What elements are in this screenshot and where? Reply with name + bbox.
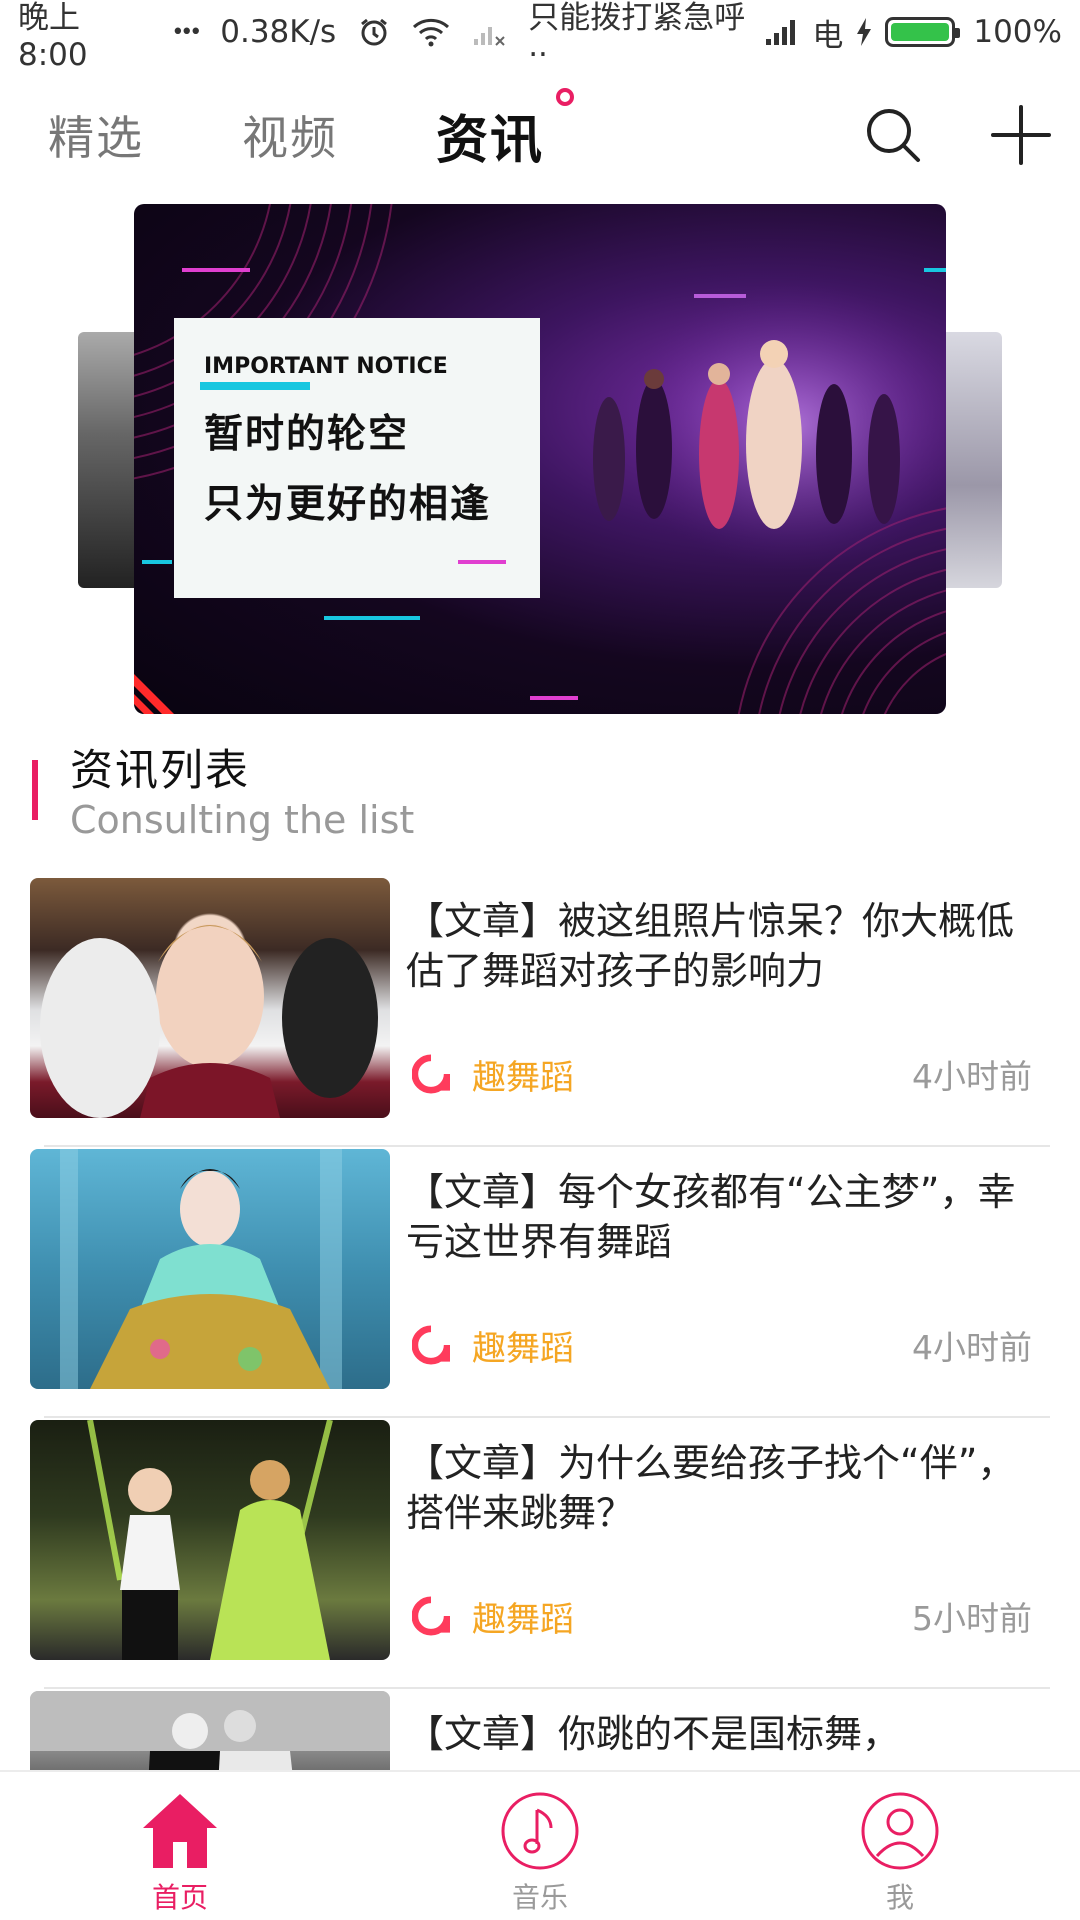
status-carrier: 电 bbox=[812, 17, 844, 54]
nav-music-label: 音乐 bbox=[511, 1881, 568, 1914]
news-source[interactable]: 趣舞蹈 bbox=[472, 1321, 574, 1370]
source-logo-icon bbox=[412, 1596, 450, 1636]
divider bbox=[44, 1687, 1050, 1689]
no-signal-icon bbox=[472, 17, 506, 47]
notification-dot bbox=[556, 87, 575, 106]
nav-music[interactable]: 音乐 bbox=[360, 1772, 720, 1920]
status-net-speed: 0.38K/s bbox=[220, 14, 337, 50]
status-time: 晚上8:00 bbox=[18, 0, 88, 73]
status-dots: ••• bbox=[171, 19, 202, 45]
tab-news[interactable]: 资讯 bbox=[436, 87, 575, 173]
news-source[interactable]: 趣舞蹈 bbox=[472, 1592, 574, 1641]
section-accent-bar bbox=[32, 760, 38, 820]
status-carrier-note: 只能拨打紧急呼·· bbox=[528, 0, 746, 73]
bottom-nav: 首页 音乐 我 bbox=[0, 1770, 1080, 1920]
news-meta: 趣舞蹈 4小时前 bbox=[412, 1050, 1032, 1098]
news-item[interactable]: 【文章】为什么要给孩子找个“伴”，搭伴来跳舞？ 趣舞蹈 5小时前 bbox=[0, 1420, 1080, 1691]
news-thumbnail bbox=[30, 1149, 390, 1389]
notice-underline bbox=[200, 382, 310, 390]
section-header: 资讯列表 Consulting the list bbox=[28, 728, 1028, 848]
source-logo-icon bbox=[412, 1325, 450, 1365]
news-title[interactable]: 【文章】被这组照片惊呆？你大概低估了舞蹈对孩子的影响力 bbox=[406, 896, 1046, 996]
notice-accent-line bbox=[458, 560, 506, 564]
news-title[interactable]: 【文章】每个女孩都有“公主梦”，幸亏这世界有舞蹈 bbox=[406, 1167, 1046, 1267]
nav-me[interactable]: 我 bbox=[720, 1772, 1080, 1920]
top-nav: 精选 视频 资讯 bbox=[0, 80, 1080, 190]
plus-icon bbox=[991, 105, 1051, 165]
status-battery: 100% bbox=[973, 14, 1062, 50]
home-icon bbox=[143, 1794, 217, 1868]
section-title: 资讯列表 bbox=[70, 746, 250, 796]
nav-home-label: 首页 bbox=[151, 1881, 208, 1914]
wifi-icon bbox=[412, 17, 450, 47]
tab-video[interactable]: 视频 bbox=[242, 102, 338, 168]
source-logo-icon bbox=[412, 1054, 450, 1094]
news-time: 4小时前 bbox=[912, 1328, 1032, 1367]
news-item[interactable]: 【文章】被这组照片惊呆？你大概低估了舞蹈对孩子的影响力 趣舞蹈 4小时前 bbox=[0, 878, 1080, 1149]
news-time: 5小时前 bbox=[912, 1599, 1032, 1638]
section-subtitle: Consulting the list bbox=[70, 798, 415, 842]
news-meta: 趣舞蹈 5小时前 bbox=[412, 1592, 1032, 1640]
notice-card: IMPORTANT NOTICE 暂时的轮空 只为更好的相逢 bbox=[174, 318, 540, 598]
news-title[interactable]: 【文章】为什么要给孩子找个“伴”，搭伴来跳舞？ bbox=[406, 1438, 1046, 1538]
news-thumbnail bbox=[30, 1420, 390, 1660]
music-note-icon bbox=[501, 1792, 579, 1870]
charging-icon bbox=[855, 17, 873, 47]
news-list: 【文章】被这组照片惊呆？你大概低估了舞蹈对孩子的影响力 趣舞蹈 4小时前 【文章… bbox=[0, 878, 1080, 1920]
user-icon bbox=[861, 1792, 939, 1870]
search-button[interactable] bbox=[858, 100, 928, 170]
divider bbox=[44, 1145, 1050, 1147]
nav-home[interactable]: 首页 bbox=[0, 1772, 360, 1920]
tab-news-label: 资讯 bbox=[436, 110, 545, 171]
banner-carousel[interactable]: IMPORTANT NOTICE 暂时的轮空 只为更好的相逢 bbox=[0, 204, 1080, 716]
notice-heading: IMPORTANT NOTICE bbox=[204, 354, 448, 379]
add-button[interactable] bbox=[986, 100, 1056, 170]
divider bbox=[44, 1416, 1050, 1418]
status-bar: 晚上8:00 ••• 0.38K/s 只能拨打紧急呼·· 电 100% bbox=[0, 0, 1080, 73]
news-title[interactable]: 【文章】你跳的不是国标舞， bbox=[406, 1709, 1046, 1759]
tab-featured[interactable]: 精选 bbox=[48, 102, 144, 168]
news-time: 4小时前 bbox=[912, 1057, 1032, 1096]
battery-icon bbox=[885, 17, 961, 47]
nav-me-label: 我 bbox=[885, 1881, 914, 1914]
signal-icon bbox=[764, 17, 800, 47]
notice-line-1: 暂时的轮空 bbox=[204, 412, 410, 457]
notice-line-2: 只为更好的相逢 bbox=[204, 482, 492, 527]
news-thumbnail bbox=[30, 878, 390, 1118]
banner-slide[interactable]: IMPORTANT NOTICE 暂时的轮空 只为更好的相逢 bbox=[134, 204, 946, 714]
news-source[interactable]: 趣舞蹈 bbox=[472, 1050, 574, 1099]
news-item[interactable]: 【文章】每个女孩都有“公主梦”，幸亏这世界有舞蹈 趣舞蹈 4小时前 bbox=[0, 1149, 1080, 1420]
search-icon bbox=[867, 109, 920, 162]
news-meta: 趣舞蹈 4小时前 bbox=[412, 1321, 1032, 1369]
alarm-icon bbox=[358, 16, 390, 48]
